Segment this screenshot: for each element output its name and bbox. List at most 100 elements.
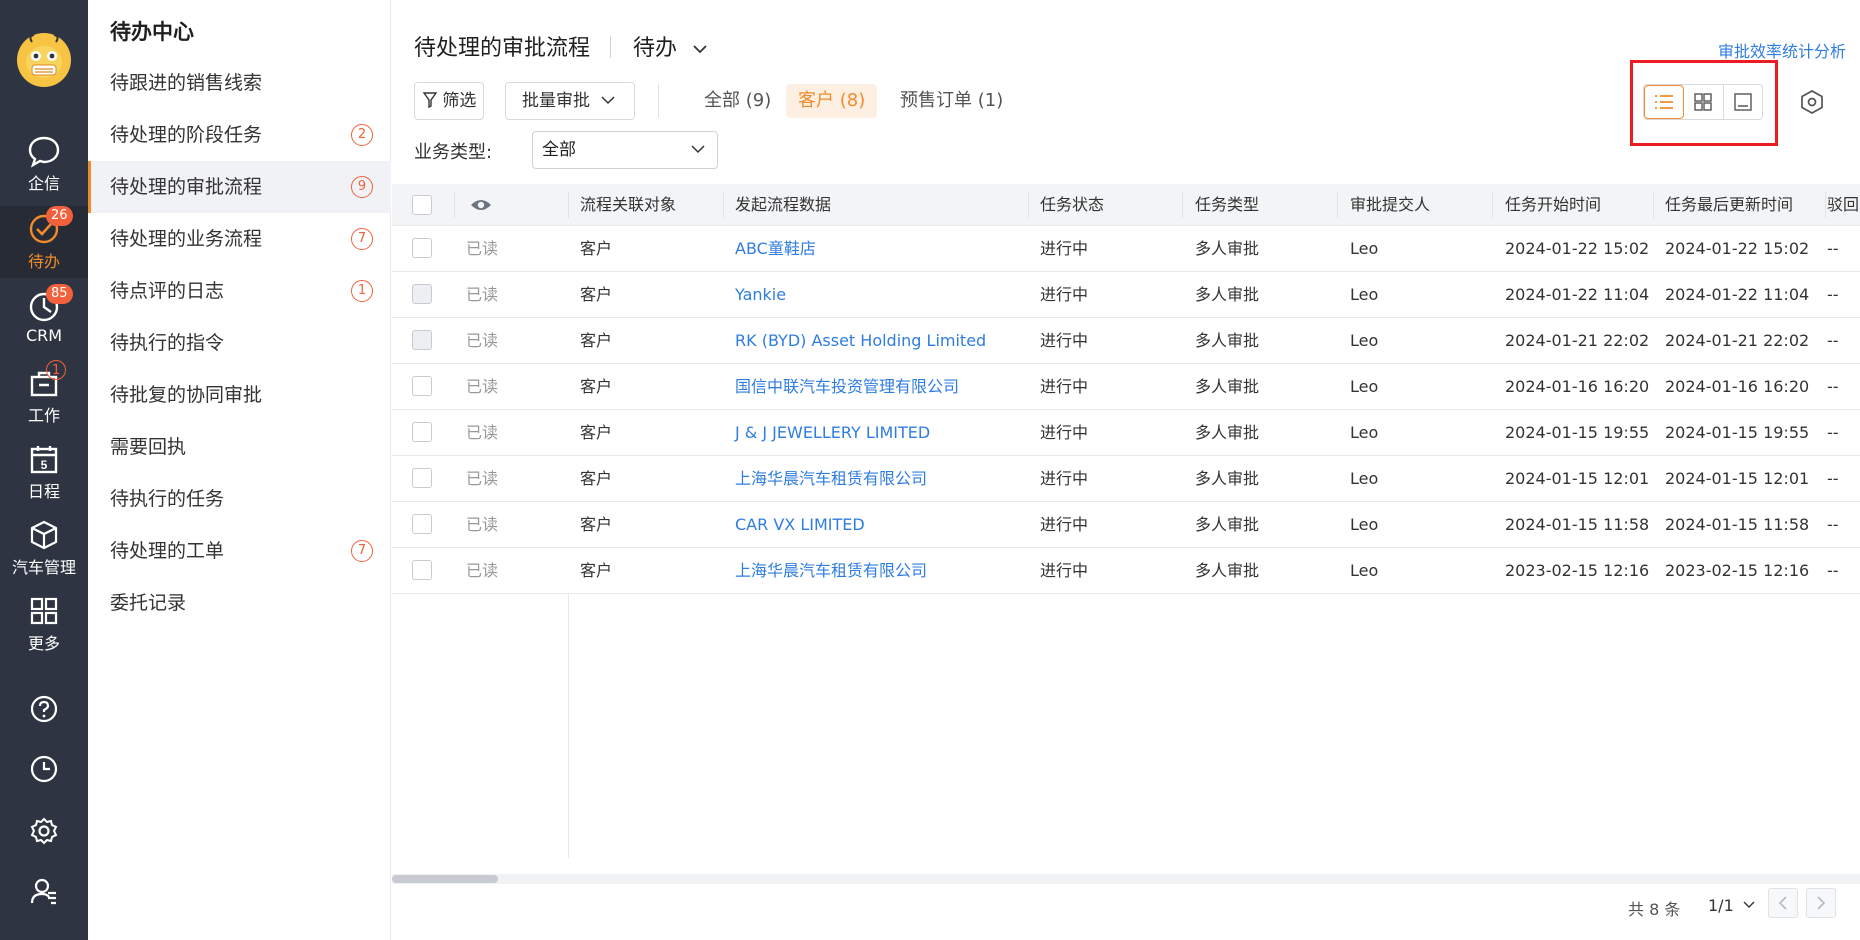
menu-item-collab-approval[interactable]: 待批复的协同审批 — [88, 369, 391, 421]
table-row[interactable]: 已读 客户 国信中联汽车投资管理有限公司 进行中 多人审批 Leo 2024-0… — [392, 364, 1860, 410]
filter-label: 筛选 — [442, 91, 477, 111]
column-divider — [723, 192, 724, 218]
chevron-down-icon — [1743, 901, 1755, 908]
table-row[interactable]: 已读 客户 Yankie 进行中 多人审批 Leo 2024-01-22 11:… — [392, 272, 1860, 318]
menu-item-receipt[interactable]: 需要回执 — [88, 421, 391, 473]
menu-item-delegation[interactable]: 委托记录 — [88, 577, 391, 629]
related-object: 客户 — [580, 377, 613, 396]
menu-item-tasks[interactable]: 待执行的任务 — [88, 473, 391, 525]
settings-button[interactable] — [0, 806, 88, 852]
rail-item-crm[interactable]: 85 CRM — [0, 284, 88, 356]
flow-data-link[interactable]: ABC童鞋店 — [735, 226, 816, 271]
flow-data-link[interactable]: RK (BYD) Asset Holding Limited — [735, 318, 986, 363]
menu-item-count: 7 — [351, 228, 373, 250]
grid-icon — [30, 597, 58, 625]
cube-icon — [30, 520, 58, 550]
row-checkbox[interactable] — [412, 422, 432, 442]
next-page-button[interactable] — [1806, 888, 1836, 918]
row-checkbox[interactable] — [412, 284, 432, 304]
row-checkbox[interactable] — [412, 238, 432, 258]
flow-data-link[interactable]: J & J JEWELLERY LIMITED — [735, 410, 930, 455]
tab-all[interactable]: 全部 (9) — [692, 84, 783, 118]
column-header[interactable]: 驳回 — [1827, 184, 1859, 226]
rail-item-schedule[interactable]: 5 日程 — [0, 436, 88, 508]
scrollbar-thumb[interactable] — [392, 875, 498, 883]
view-dropdown[interactable]: 待办 — [633, 30, 708, 62]
flow-data-link[interactable]: 上海华晨汽车租赁有限公司 — [735, 456, 927, 501]
prev-page-button[interactable] — [1768, 888, 1798, 918]
column-header[interactable]: 任务状态 — [1040, 184, 1104, 226]
flow-data-link[interactable]: CAR VX LIMITED — [735, 502, 865, 547]
row-checkbox[interactable] — [412, 514, 432, 534]
menu-item-log-review[interactable]: 待点评的日志 1 — [88, 265, 391, 317]
task-type: 多人审批 — [1195, 423, 1260, 442]
table-settings-button[interactable] — [1798, 88, 1828, 118]
table-row[interactable]: 已读 客户 CAR VX LIMITED 进行中 多人审批 Leo 2024-0… — [392, 502, 1860, 548]
menu-item-label: 待跟进的销售线索 — [110, 72, 263, 94]
profile-button[interactable] — [0, 866, 88, 912]
list-view-button[interactable] — [1644, 85, 1685, 119]
rail-label: 工作 — [27, 406, 60, 425]
column-divider — [1492, 192, 1493, 218]
grid-view-button[interactable] — [1684, 85, 1724, 119]
rail-label: 汽车管理 — [11, 558, 76, 577]
filter-button[interactable]: 筛选 — [414, 82, 484, 120]
batch-approve-button[interactable]: 批量审批 — [505, 82, 635, 120]
column-header[interactable]: 发起流程数据 — [735, 184, 831, 226]
tab-presale-order[interactable]: 预售订单 (1) — [888, 84, 1015, 118]
page-select[interactable]: 1/1 — [1708, 896, 1755, 915]
help-button[interactable] — [0, 684, 88, 730]
row-checkbox[interactable] — [412, 376, 432, 396]
batch-approve-label: 批量审批 — [522, 91, 590, 111]
tab-customer[interactable]: 客户 (8) — [786, 84, 878, 118]
task-type: 多人审批 — [1195, 377, 1260, 396]
rail-item-messages[interactable]: 企信 — [0, 128, 88, 200]
menu-item-label: 待执行的指令 — [110, 332, 225, 354]
row-checkbox[interactable] — [412, 560, 432, 580]
task-status: 进行中 — [1040, 285, 1089, 304]
table-row[interactable]: 已读 客户 ABC童鞋店 进行中 多人审批 Leo 2024-01-22 15:… — [392, 226, 1860, 272]
rail-item-work[interactable]: 1 工作 — [0, 360, 88, 432]
flow-data-link[interactable]: 上海华晨汽车租赁有限公司 — [735, 548, 927, 593]
app-logo[interactable] — [16, 32, 72, 88]
column-header[interactable]: 任务类型 — [1195, 184, 1259, 226]
history-button[interactable] — [0, 744, 88, 790]
select-all-checkbox[interactable] — [412, 195, 432, 215]
main-content: 待处理的审批流程 待办 审批效率统计分析 筛选 批量审批 全部 (9) 客户 (… — [392, 0, 1860, 940]
row-checkbox[interactable] — [412, 330, 432, 350]
task-type: 多人审批 — [1195, 469, 1260, 488]
read-status: 已读 — [466, 239, 499, 258]
table-row[interactable]: 已读 客户 上海华晨汽车租赁有限公司 进行中 多人审批 Leo 2023-02-… — [392, 548, 1860, 594]
approval-stats-link[interactable]: 审批效率统计分析 — [1718, 38, 1846, 62]
table-row[interactable]: 已读 客户 上海华晨汽车租赁有限公司 进行中 多人审批 Leo 2024-01-… — [392, 456, 1860, 502]
reject-value: -- — [1827, 331, 1839, 350]
start-time: 2024-01-21 22:02 — [1505, 331, 1650, 350]
table-row[interactable]: 已读 客户 RK (BYD) Asset Holding Limited 进行中… — [392, 318, 1860, 364]
menu-item-business-flow[interactable]: 待处理的业务流程 7 — [88, 213, 391, 265]
column-header[interactable]: 流程关联对象 — [580, 184, 676, 226]
column-divider — [1182, 192, 1183, 218]
column-header[interactable]: 任务最后更新时间 — [1665, 184, 1793, 226]
business-type-select[interactable]: 全部 — [532, 131, 718, 169]
rail-item-car-management[interactable]: 汽车管理 — [0, 512, 88, 584]
column-divider — [568, 192, 569, 218]
column-header[interactable]: 任务开始时间 — [1505, 184, 1601, 226]
horizontal-scrollbar[interactable] — [392, 874, 1860, 884]
flow-data-link[interactable]: 国信中联汽车投资管理有限公司 — [735, 364, 959, 409]
menu-item-stage-tasks[interactable]: 待处理的阶段任务 2 — [88, 109, 391, 161]
menu-item-instructions[interactable]: 待执行的指令 — [88, 317, 391, 369]
table-row[interactable]: 已读 客户 J & J JEWELLERY LIMITED 进行中 多人审批 L… — [392, 410, 1860, 456]
column-header[interactable]: 审批提交人 — [1350, 184, 1430, 226]
menu-item-sales-leads[interactable]: 待跟进的销售线索 — [88, 57, 391, 109]
menu-item-work-orders[interactable]: 待处理的工单 7 — [88, 525, 391, 577]
page-title: 待处理的审批流程 — [414, 36, 591, 61]
rail-item-more[interactable]: 更多 — [0, 588, 88, 660]
menu-item-approval-flow[interactable]: 待处理的审批流程 9 — [88, 161, 391, 213]
menu-item-label: 需要回执 — [110, 436, 187, 458]
chevron-down-icon — [601, 96, 615, 105]
card-view-button[interactable] — [1724, 85, 1762, 119]
flow-data-link[interactable]: Yankie — [735, 272, 786, 317]
rail-item-todo[interactable]: 26 待办 — [0, 206, 88, 278]
start-time: 2024-01-15 11:58 — [1505, 515, 1650, 534]
row-checkbox[interactable] — [412, 468, 432, 488]
